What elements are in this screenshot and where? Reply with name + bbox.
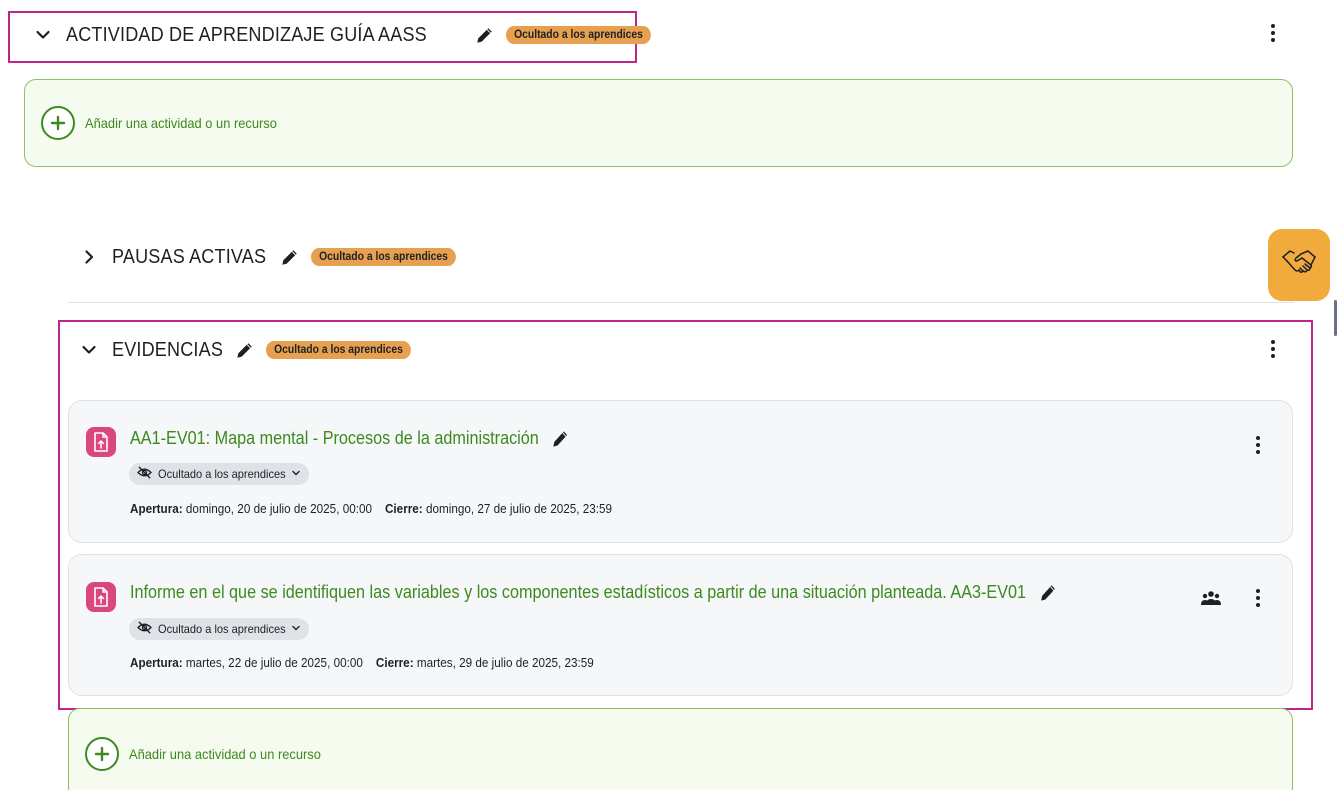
chevron-down-icon[interactable] [32, 24, 54, 46]
handshake-button[interactable] [1268, 229, 1330, 301]
chevron-down-icon [291, 467, 301, 481]
activity-dates: Apertura: martes, 22 de julio de 2025, 0… [130, 655, 594, 670]
visibility-label: Ocultado a los aprendices [158, 467, 286, 481]
assignment-icon [86, 582, 116, 612]
assignment-icon [86, 427, 116, 457]
hidden-badge: Ocultado a los aprendices [311, 248, 457, 266]
hidden-badge: Ocultado a los aprendices [266, 341, 412, 359]
activity-title-link[interactable]: Informe en el que se identifiquen las va… [130, 582, 1067, 603]
opening-date: domingo, 20 de julio de 2025, 00:00 [185, 501, 372, 516]
eye-slash-icon [137, 466, 152, 482]
plus-icon [41, 106, 75, 140]
kebab-menu-icon[interactable] [1252, 434, 1264, 456]
closing-label: Cierre: [375, 655, 414, 670]
opening-label: Apertura: [130, 655, 183, 670]
handshake-icon [1279, 243, 1319, 288]
pencil-icon[interactable] [1039, 583, 1057, 603]
chevron-right-icon[interactable] [78, 246, 100, 268]
closing-date: martes, 29 de julio de 2025, 23:59 [416, 655, 594, 670]
kebab-menu-icon[interactable] [1267, 338, 1279, 360]
closing-date: domingo, 27 de julio de 2025, 23:59 [425, 501, 613, 516]
opening-date: martes, 22 de julio de 2025, 00:00 [185, 655, 363, 670]
activity-card: Informe en el que se identifiquen las va… [68, 554, 1293, 696]
hidden-badge: Ocultado a los aprendices [506, 26, 652, 44]
activity-card: AA1-EV01: Mapa mental - Procesos de la a… [68, 400, 1293, 543]
visibility-dropdown[interactable]: Ocultado a los aprendices [129, 618, 309, 640]
section-header-actividad: ACTIVIDAD DE APRENDIZAJE GUÍA AASS Ocult… [32, 18, 667, 52]
pencil-icon[interactable] [474, 25, 494, 45]
plus-icon [85, 737, 119, 771]
kebab-menu-icon[interactable] [1267, 22, 1279, 44]
pencil-icon[interactable] [551, 429, 569, 449]
pencil-icon[interactable] [234, 340, 254, 360]
chevron-down-icon [291, 622, 301, 636]
scroll-handle[interactable] [1334, 300, 1337, 336]
section-header-evidencias: EVIDENCIAS Ocultado a los aprendices [78, 333, 427, 367]
add-activity-button[interactable]: Añadir una actividad o un recurso [68, 708, 1293, 790]
add-activity-button[interactable]: Añadir una actividad o un recurso [24, 79, 1293, 167]
section-title-pausas[interactable]: PAUSAS ACTIVAS [112, 245, 266, 269]
section-title-evidencias[interactable]: EVIDENCIAS [112, 338, 223, 362]
add-activity-label: Añadir una actividad o un recurso [129, 746, 321, 762]
section-divider [68, 302, 1294, 303]
pencil-icon[interactable] [279, 247, 299, 267]
kebab-menu-icon[interactable] [1252, 587, 1264, 609]
visibility-dropdown[interactable]: Ocultado a los aprendices [129, 463, 309, 485]
section-title-actividad[interactable]: ACTIVIDAD DE APRENDIZAJE GUÍA AASS [66, 23, 427, 47]
add-activity-label: Añadir una actividad o un recurso [85, 115, 277, 131]
visibility-label: Ocultado a los aprendices [158, 622, 286, 636]
chevron-down-icon[interactable] [78, 339, 100, 361]
activity-dates: Apertura: domingo, 20 de julio de 2025, … [130, 501, 612, 516]
users-icon[interactable] [1201, 590, 1221, 611]
activity-title: Informe en el que se identifiquen las va… [130, 582, 1027, 602]
eye-slash-icon [137, 621, 152, 637]
activity-title-link[interactable]: AA1-EV01: Mapa mental - Procesos de la a… [130, 428, 580, 449]
section-header-pausas: PAUSAS ACTIVAS Ocultado a los aprendices [78, 240, 472, 274]
closing-label: Cierre: [384, 501, 423, 516]
opening-label: Apertura: [130, 501, 183, 516]
activity-title: AA1-EV01: Mapa mental - Procesos de la a… [130, 428, 539, 448]
